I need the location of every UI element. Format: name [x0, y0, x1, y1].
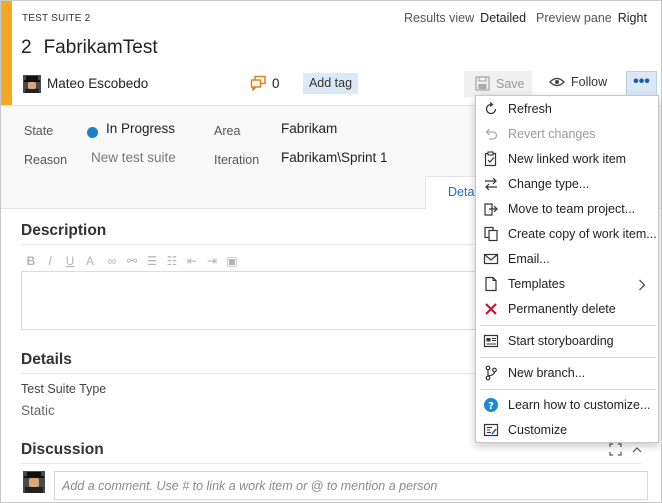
iteration-field[interactable]: Fabrikam\Sprint 1 [281, 150, 388, 165]
menu-item-permanently-delete[interactable]: Permanently delete [476, 297, 658, 322]
work-item-id: 2 [21, 37, 32, 58]
test-suite-type-value: Static [21, 403, 55, 418]
menu-item-change-type[interactable]: Change type... [476, 172, 658, 197]
results-view-value: Detailed [480, 11, 527, 25]
undo-icon [485, 128, 498, 140]
outdent-icon[interactable]: ⇤ [185, 254, 199, 268]
menu-item-label: New branch... [508, 366, 586, 380]
indent-icon[interactable]: ⇥ [205, 254, 219, 268]
menu-item-move-to-team-project[interactable]: Move to team project... [476, 197, 658, 222]
preview-pane-selector[interactable]: Preview pane Right [536, 11, 647, 25]
menu-item-label: Change type... [508, 177, 590, 191]
maximize-icon[interactable] [609, 443, 649, 457]
menu-item-label: Email... [508, 252, 550, 266]
more-actions-menu: Refresh Revert changes New linked work i… [475, 95, 659, 443]
menu-separator [480, 389, 656, 390]
save-label: Save [496, 77, 525, 91]
follow-button[interactable]: Follow [549, 75, 607, 89]
comment-icon [250, 75, 266, 91]
work-item-title-row: 2 FabrikamTest [21, 37, 158, 59]
italic-icon[interactable]: I [43, 254, 57, 268]
add-tag-button[interactable]: Add tag [303, 73, 358, 94]
menu-item-refresh[interactable]: Refresh [476, 97, 658, 122]
work-item-type-label: TEST SUITE 2 [22, 13, 91, 24]
image-icon[interactable]: ▣ [225, 254, 239, 268]
area-label: Area [214, 124, 241, 138]
description-heading[interactable]: Description [21, 222, 106, 240]
discussion-divider [21, 463, 641, 464]
reason-field[interactable]: New test suite [91, 150, 176, 165]
storyboard-icon [483, 334, 499, 348]
menu-item-label: Templates [508, 277, 565, 291]
template-icon [485, 276, 497, 292]
state-indicator-dot [87, 127, 98, 138]
results-view-label: Results view [404, 11, 475, 25]
bullet-list-icon[interactable]: ☰ [145, 254, 159, 268]
assignee-name[interactable]: Mateo Escobedo [47, 76, 148, 91]
copy-icon [484, 226, 498, 242]
menu-item-label: Revert changes [508, 127, 596, 141]
menu-item-learn-customize[interactable]: ? Learn how to customize... [476, 393, 658, 418]
unlink-icon[interactable]: ⚯ [125, 254, 139, 268]
menu-separator [480, 325, 656, 326]
menu-item-label: Permanently delete [508, 302, 616, 316]
save-button[interactable]: Save [464, 71, 532, 97]
menu-item-label: Customize [508, 423, 568, 437]
reason-label: Reason [24, 153, 68, 167]
comment-input[interactable]: Add a comment. Use # to link a work item… [54, 471, 648, 500]
preview-pane-value: Right [617, 11, 647, 25]
numbered-list-icon[interactable]: ☷ [165, 254, 179, 268]
work-item-form: TEST SUITE 2 Results view Detailed Previe… [0, 0, 662, 503]
branch-icon [485, 365, 497, 381]
clipboard-icon [484, 151, 497, 167]
menu-item-label: Learn how to customize... [508, 398, 651, 412]
menu-item-start-storyboarding[interactable]: Start storyboarding [476, 329, 658, 354]
area-field[interactable]: Fabrikam [281, 121, 337, 136]
menu-item-create-copy[interactable]: Create copy of work item... [476, 222, 658, 247]
menu-item-new-branch[interactable]: New branch... [476, 361, 658, 386]
save-icon [475, 76, 490, 91]
menu-item-label: Start storyboarding [508, 334, 614, 348]
menu-item-new-linked-work-item[interactable]: New linked work item [476, 147, 658, 172]
eye-icon [549, 77, 565, 87]
mail-icon [483, 253, 499, 265]
help-icon: ? [484, 398, 498, 412]
menu-item-label: Move to team project... [508, 202, 636, 216]
chevron-right-icon [639, 279, 646, 291]
menu-item-templates[interactable]: Templates [476, 272, 658, 297]
menu-item-label: Create copy of work item... [508, 227, 657, 241]
follow-label: Follow [571, 75, 608, 89]
more-actions-button[interactable]: ••• [626, 71, 657, 97]
underline-icon[interactable]: U [63, 254, 77, 268]
menu-item-customize[interactable]: Customize [476, 418, 658, 443]
highlight-icon[interactable]: A [83, 254, 97, 268]
menu-item-revert-changes[interactable]: Revert changes [476, 122, 658, 147]
link-icon[interactable]: ∞ [105, 254, 119, 268]
details-heading[interactable]: Details [21, 351, 72, 369]
menu-item-label: New linked work item [508, 152, 627, 166]
comment-count[interactable]: 0 [272, 76, 280, 91]
move-icon [484, 203, 498, 216]
state-label: State [24, 124, 54, 138]
iteration-label: Iteration [214, 153, 260, 167]
menu-item-email[interactable]: Email... [476, 247, 658, 272]
menu-separator [480, 357, 656, 358]
preview-pane-label: Preview pane [536, 11, 612, 25]
discussion-heading[interactable]: Discussion [21, 441, 104, 459]
customize-icon [483, 423, 499, 437]
results-view-selector[interactable]: Results view Detailed [404, 11, 526, 25]
current-user-avatar [23, 471, 45, 493]
menu-item-label: Refresh [508, 102, 552, 116]
test-suite-type-label: Test Suite Type [21, 382, 107, 396]
assignee-avatar [23, 75, 41, 93]
bold-icon[interactable]: B [24, 254, 38, 268]
work-item-header: TEST SUITE 2 Results view Detailed Previe… [1, 1, 661, 105]
work-item-type-color-bar [1, 1, 12, 105]
work-item-title[interactable]: FabrikamTest [44, 37, 158, 58]
swap-icon [485, 177, 497, 191]
refresh-icon [485, 101, 497, 115]
state-field[interactable]: In Progress [106, 121, 175, 136]
delete-x-icon [485, 303, 497, 315]
svg-text:?: ? [488, 401, 494, 412]
